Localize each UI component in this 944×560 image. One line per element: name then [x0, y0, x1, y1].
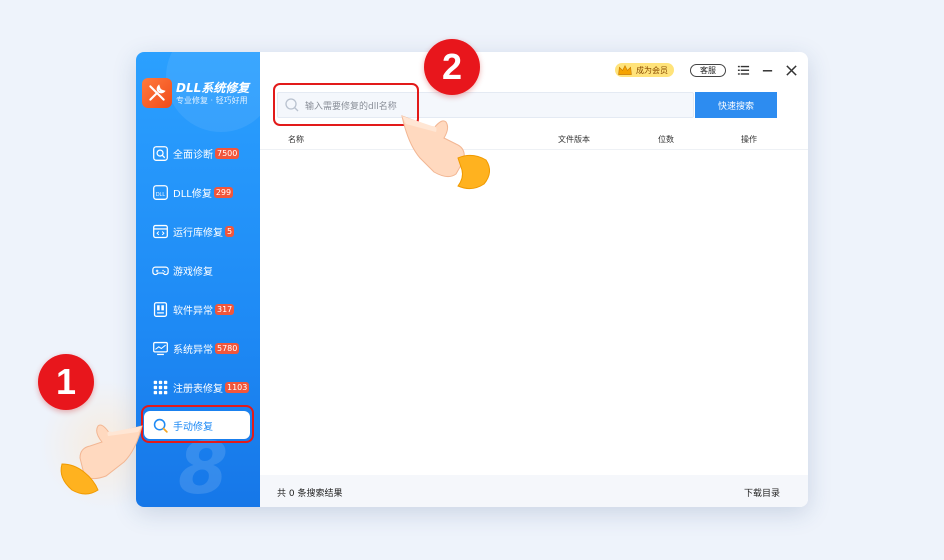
download-directory-link[interactable]: 下载目录 — [744, 486, 780, 499]
sidebar-item-label: 系统异常 — [173, 344, 213, 356]
count-badge: 299 — [213, 186, 234, 198]
table-header: 名称 文件版本 位数 操作 — [260, 130, 808, 150]
sidebar-item-software-error[interactable]: 软件异常 317 — [144, 295, 250, 323]
status-footer: 共 0 条搜索结果 下载目录 — [260, 475, 808, 507]
app-subtitle: 专业修复 · 轻巧好用 — [176, 96, 248, 105]
sidebar-item-registry-repair[interactable]: 注册表修复 1103 — [144, 373, 250, 401]
grid-icon — [151, 378, 169, 396]
quick-search-button[interactable]: 快速搜索 — [695, 92, 777, 118]
result-count: 共 0 条搜索结果 — [277, 489, 343, 499]
column-header-name[interactable]: 名称 — [288, 134, 304, 145]
menu-icon[interactable] — [736, 63, 750, 77]
customer-service-button[interactable]: 客服 — [690, 63, 726, 77]
step-2-badge: 2 — [424, 39, 480, 95]
sidebar-item-full-scan[interactable]: 全面诊断 7500 — [144, 139, 250, 167]
sidebar-item-label: 注册表修复 — [173, 383, 223, 395]
software-icon — [151, 300, 169, 318]
crown-icon — [618, 64, 632, 75]
sidebar-item-label: 游戏修复 — [173, 266, 213, 278]
count-badge: 317 — [215, 303, 235, 315]
dll-file-icon: DLL — [151, 183, 169, 201]
app-logo-icon — [142, 78, 172, 108]
results-table — [260, 151, 808, 475]
minimize-icon[interactable] — [760, 63, 774, 77]
manual-repair-highlight — [141, 405, 254, 443]
svg-text:DLL: DLL — [155, 191, 165, 197]
sidebar-item-label: 全面诊断 — [173, 149, 213, 161]
vip-button[interactable]: 成为会员 — [615, 63, 674, 77]
pointing-hand-icon — [60, 424, 143, 495]
sidebar-item-label: 软件异常 — [173, 305, 213, 317]
title-bar-controls: 成为会员 客服 — [615, 62, 798, 78]
count-badge: 5 — [225, 225, 235, 237]
count-badge: 1103 — [225, 381, 250, 393]
pointing-hand-icon — [401, 115, 490, 190]
close-icon[interactable] — [784, 63, 798, 77]
column-header-bits[interactable]: 位数 — [658, 134, 674, 145]
sidebar-item-game-repair[interactable]: 游戏修复 — [144, 256, 250, 284]
gamepad-icon — [151, 261, 169, 279]
monitor-icon — [151, 339, 169, 357]
sidebar-item-dll-repair[interactable]: DLL DLL修复 299 — [144, 178, 250, 206]
column-header-version[interactable]: 文件版本 — [558, 134, 590, 145]
sidebar-item-label: DLL修复 — [173, 188, 212, 200]
sidebar-item-runtime-repair[interactable]: 运行库修复 5 — [144, 217, 250, 245]
code-window-icon — [151, 222, 169, 240]
scan-icon — [151, 144, 169, 162]
count-badge: 7500 — [215, 147, 240, 159]
vip-label: 成为会员 — [636, 65, 668, 75]
count-badge: 5780 — [215, 342, 240, 354]
sidebar-item-label: 运行库修复 — [173, 227, 223, 239]
sidebar-item-system-error[interactable]: 系统异常 5780 — [144, 334, 250, 362]
app-title: DLL系统修复 — [176, 81, 250, 95]
column-header-action[interactable]: 操作 — [741, 134, 757, 145]
